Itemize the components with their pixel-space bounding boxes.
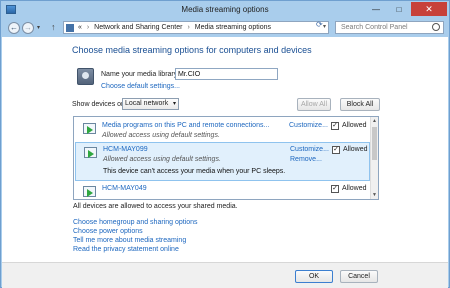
forward-arrow-icon[interactable]: → [22,22,34,34]
remove-link[interactable]: Remove... [290,156,322,163]
device-warning: This device can't access your media when… [103,168,286,175]
homegroup-sharing-link[interactable]: Choose homegroup and sharing options [73,218,198,227]
address-bar[interactable]: « › Network and Sharing Center › Media s… [63,21,329,34]
scroll-down-icon[interactable]: ▼ [372,192,377,198]
breadcrumb-media-streaming[interactable]: Media streaming options [195,24,271,31]
choose-default-settings-link[interactable]: Choose default settings... [101,83,180,90]
media-library-icon [77,68,94,85]
device-play-icon [83,123,96,134]
media-library-name-field[interactable] [175,68,278,80]
device-list[interactable]: Media programs on this PC and remote con… [73,116,379,200]
device-status: Allowed access using default settings. [103,156,221,163]
customize-link[interactable]: Customize... [289,122,328,129]
device-row-media-programs[interactable]: Media programs on this PC and remote con… [75,119,370,142]
breadcrumb-network-sharing[interactable]: Network and Sharing Center [94,24,182,31]
network-select[interactable]: Local network ▾ [122,98,179,110]
device-list-scrollbar[interactable]: ▲ ▼ [370,117,378,199]
device-row-hcm-may099[interactable]: HCM-MAY099 Allowed access using default … [75,142,370,181]
chevron-down-icon: ▾ [172,101,176,107]
ok-button[interactable]: OK [295,270,333,283]
device-play-icon [83,186,96,197]
recent-pages-chevron-icon[interactable]: ▾ [37,24,40,31]
breadcrumb-overflow[interactable]: « [78,24,82,31]
sharing-status: All devices are allowed to access your s… [73,203,238,210]
help-links: Choose homegroup and sharing options Cho… [73,218,198,254]
up-arrow-icon[interactable]: ↑ [51,22,56,32]
dialog-footer: OK Cancel [2,262,448,288]
privacy-statement-link[interactable]: Read the privacy statement online [73,245,198,254]
device-name-link[interactable]: HCM-MAY049 [102,185,147,192]
navigation-bar: ← → ▾ ↑ « › Network and Sharing Center ›… [1,19,449,37]
scroll-up-icon[interactable]: ▲ [372,118,377,124]
show-devices-label: Show devices on: [72,101,127,108]
title-bar: Media streaming options — □ ✕ [1,1,449,19]
breadcrumb-separator: › [187,24,190,31]
search-placeholder: Search Control Panel [341,24,408,31]
search-input[interactable]: Search Control Panel [335,21,444,34]
customize-link[interactable]: Customize... [290,146,329,153]
main-content: Choose media streaming options for compu… [2,37,448,262]
breadcrumb-separator: › [86,24,90,31]
network-select-value: Local network [125,100,169,107]
allowed-label: Allowed [342,122,367,129]
allowed-label: Allowed [343,146,368,153]
minimize-button[interactable]: — [365,2,387,16]
power-options-link[interactable]: Choose power options [73,227,198,236]
allowed-label: Allowed [342,185,367,192]
device-status: Allowed access using default settings. [102,132,220,139]
device-play-icon [84,147,97,158]
device-name-link[interactable]: HCM-MAY099 [103,146,148,153]
checkbox-check-icon[interactable]: ✓ [331,185,339,193]
back-arrow-icon[interactable]: ← [8,22,20,34]
allow-all-button[interactable]: Allow All [297,98,331,111]
media-library-label: Name your media library: [101,71,180,78]
block-all-button[interactable]: Block All [340,98,380,111]
scroll-thumb[interactable] [372,127,377,160]
device-name-link[interactable]: Media programs on this PC and remote con… [102,122,269,129]
breadcrumb: « › Network and Sharing Center › Media s… [78,24,271,31]
close-button[interactable]: ✕ [411,2,447,16]
media-streaming-window: Media streaming options — □ ✕ ← → ▾ ↑ « … [0,0,450,288]
address-dropdown-icon[interactable]: ▾ [323,23,326,30]
search-icon[interactable] [432,23,440,31]
cancel-button[interactable]: Cancel [340,270,378,283]
checkbox-check-icon[interactable]: ✓ [331,122,339,130]
device-row-hcm-may049[interactable]: HCM-MAY049 ✓ Allowed [75,182,370,199]
media-streaming-help-link[interactable]: Tell me more about media streaming [73,236,198,245]
refresh-icon[interactable]: ⟳ [316,20,323,29]
control-panel-icon [66,24,74,32]
page-title: Choose media streaming options for compu… [72,45,312,55]
checkbox-check-icon[interactable]: ✓ [332,146,340,154]
maximize-button[interactable]: □ [388,2,410,16]
